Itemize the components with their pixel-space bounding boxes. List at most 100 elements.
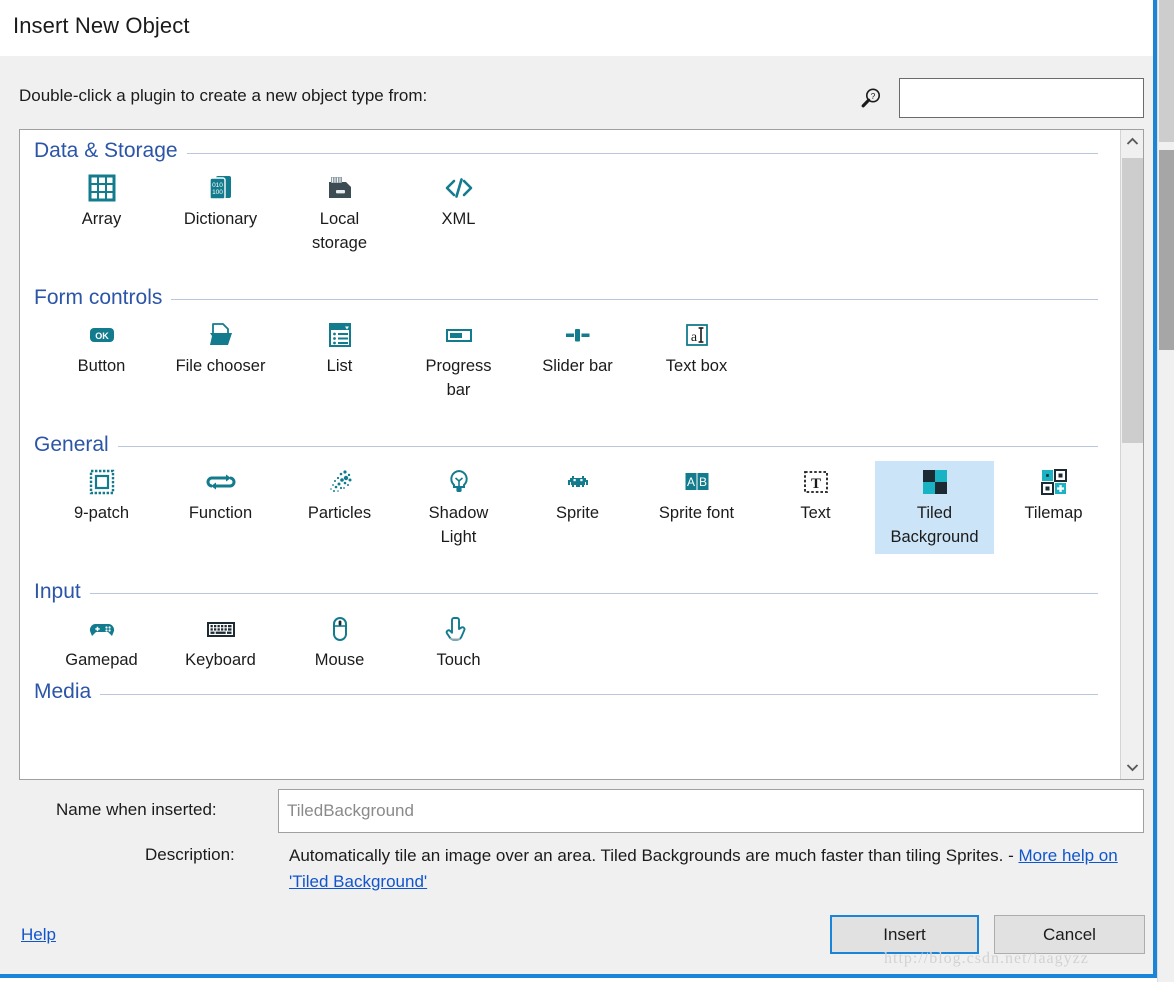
name-input[interactable] <box>279 790 1143 832</box>
plugin-item[interactable]: Slider bar <box>518 314 637 383</box>
plugin-group: Form controls OK Button File chooser List… <box>20 282 1120 407</box>
search-input[interactable] <box>900 79 1143 117</box>
plugin-item[interactable]: Touch <box>399 608 518 677</box>
description-body: Automatically tile an image over an area… <box>289 846 1019 865</box>
plugin-group-header: Media <box>20 676 1120 708</box>
list-dropdown-icon <box>323 318 357 352</box>
plugin-item-label: Dictionary <box>183 210 258 228</box>
plugin-item[interactable]: 9-patch <box>42 461 161 530</box>
chevron-down-icon[interactable] <box>1121 756 1143 779</box>
name-when-inserted-label: Name when inserted: <box>56 800 217 819</box>
svg-text:A: A <box>686 475 694 489</box>
plugin-item-label: Sprite font <box>658 503 735 522</box>
search-help-magnifier-icon: ? <box>859 86 883 110</box>
plugin-item[interactable]: Sprite <box>518 461 637 530</box>
description-text: Automatically tile an image over an area… <box>289 843 1139 895</box>
plugin-list-panel: Data & Storage Array 010 100 Dictionary L… <box>19 129 1144 780</box>
insert-new-object-dialog: Insert New Object Double-click a plugin … <box>0 0 1157 978</box>
light-bulb-icon <box>442 465 476 499</box>
plugin-item[interactable]: T Text <box>756 461 875 530</box>
plugin-item-label: Touch <box>436 650 481 669</box>
plugin-item[interactable]: Particles <box>280 461 399 530</box>
plugin-item[interactable]: XML <box>399 167 518 236</box>
svg-text:OK: OK <box>95 331 109 341</box>
plugin-item-label: Tilemap <box>1024 503 1083 522</box>
svg-text:100: 100 <box>212 189 223 196</box>
text-caret-box-icon: a <box>680 318 714 352</box>
plugin-group: General 9-patch Function Particles Shadow… <box>20 429 1120 554</box>
plugin-item[interactable]: Mouse <box>280 608 399 677</box>
plugin-item[interactable]: Keyboard <box>161 608 280 677</box>
plugin-item-label: Particles <box>307 503 372 522</box>
group-divider <box>186 152 1098 154</box>
plugin-item-label: Function <box>188 503 253 522</box>
plugin-item-label: Mouse <box>314 650 365 669</box>
plugin-group-header: Data & Storage <box>20 135 1120 167</box>
plugin-list-scroll-content: Data & Storage Array 010 100 Dictionary L… <box>20 130 1120 779</box>
chevron-up-icon[interactable] <box>1121 130 1143 153</box>
cancel-button[interactable]: Cancel <box>994 915 1145 954</box>
plugin-item[interactable]: 010 100 Dictionary <box>161 167 280 236</box>
svg-text:?: ? <box>871 91 876 101</box>
dialog-title: Insert New Object <box>13 13 190 38</box>
plugin-list-scrollbar[interactable] <box>1120 130 1143 779</box>
svg-text:a: a <box>690 330 697 345</box>
scrollbar-thumb[interactable] <box>1122 158 1143 443</box>
plugin-items-row: Array 010 100 Dictionary Local storage XM… <box>20 167 1120 260</box>
hard-drive-icon <box>323 171 357 205</box>
plugin-item[interactable]: A B Sprite font <box>637 461 756 530</box>
plugin-item[interactable]: Progress bar <box>399 314 518 407</box>
plugin-item-label: Shadow Light <box>428 503 489 546</box>
plugin-item-label: Tiled Background <box>890 503 979 546</box>
plugin-item-label: Array <box>81 210 122 228</box>
plugin-group-header: Form controls <box>20 282 1120 314</box>
name-when-inserted-field[interactable] <box>278 789 1144 833</box>
page-scrollbar[interactable] <box>1157 0 1174 982</box>
group-divider <box>171 299 1098 301</box>
svg-text:B: B <box>698 475 706 489</box>
plugin-item[interactable]: Function <box>161 461 280 530</box>
mouse-icon <box>323 612 357 646</box>
plugin-item-label: 9-patch <box>73 503 130 522</box>
plugin-item[interactable]: a Text box <box>637 314 756 383</box>
dashed-t-box-icon: T <box>799 465 833 499</box>
help-link[interactable]: Help <box>21 925 56 945</box>
plugin-item[interactable]: Tiled Background <box>875 460 994 554</box>
ab-letters-icon: A B <box>680 465 714 499</box>
plugin-group-header: General <box>20 429 1120 461</box>
plugin-item-label: Sprite <box>555 503 600 522</box>
loop-arrows-icon <box>204 465 238 499</box>
open-folder-icon <box>204 318 238 352</box>
plugin-items-row: OK Button File chooser List Progress bar … <box>20 314 1120 407</box>
keyboard-icon <box>204 612 238 646</box>
plugin-group: Media <box>20 676 1120 708</box>
plugin-group-title: Media <box>34 680 92 704</box>
plugin-items-row: 9-patch Function Particles Shadow Light S… <box>20 460 1120 554</box>
plugin-item-label: File chooser <box>175 356 266 375</box>
plugin-item[interactable]: Shadow Light <box>399 461 518 554</box>
plugin-item-label: Text <box>800 503 831 522</box>
plugin-group-title: General <box>34 432 109 456</box>
plugin-item-label: Keyboard <box>185 650 256 669</box>
plugin-item-label: XML <box>441 210 476 228</box>
plugin-item[interactable]: OK Button <box>42 314 161 383</box>
insert-button[interactable]: Insert <box>830 915 979 954</box>
plugin-group-title: Input <box>34 579 81 603</box>
plugin-item[interactable]: File chooser <box>161 314 280 383</box>
plugin-item-label: Progress bar <box>425 356 492 399</box>
page-scrollbar-thumb[interactable] <box>1159 150 1174 350</box>
group-divider <box>117 446 1098 448</box>
plugin-item[interactable]: Local storage <box>280 167 399 260</box>
tilemap-plus-icon <box>1037 465 1071 499</box>
plugin-item[interactable]: Gamepad <box>42 608 161 677</box>
plugin-item[interactable]: Tilemap <box>994 461 1113 530</box>
plugin-group: Data & Storage Array 010 100 Dictionary L… <box>20 135 1120 260</box>
ok-button-icon: OK <box>85 318 119 352</box>
plugin-group-header: Input <box>20 576 1120 608</box>
plugin-group: Input Gamepad Keyboard Mouse Touch <box>20 576 1120 677</box>
space-invader-icon <box>561 465 595 499</box>
plugin-item[interactable]: Array <box>42 167 161 236</box>
plugin-item[interactable]: List <box>280 314 399 383</box>
page-scrollbar-track-top[interactable] <box>1159 0 1174 142</box>
search-field[interactable] <box>899 78 1144 118</box>
